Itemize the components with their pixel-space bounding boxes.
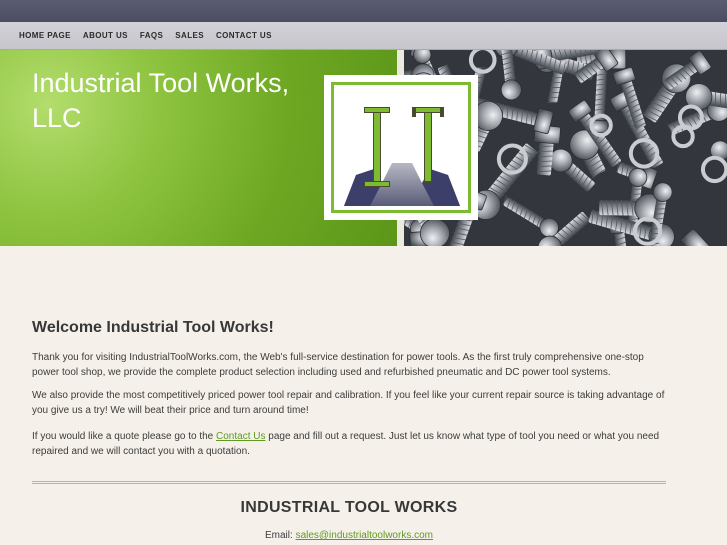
quote-paragraph: If you would like a quote please go to t…	[32, 429, 672, 459]
footer-email-line: Email: sales@industrialtoolworks.com	[32, 530, 666, 541]
nav-faqs[interactable]: FAQS	[140, 31, 163, 40]
contact-us-link[interactable]: Contact Us	[216, 431, 265, 442]
repair-paragraph: We also provide the most competitively p…	[32, 390, 665, 416]
main-nav: HOME PAGE ABOUT US FAQS SALES CONTACT US	[0, 22, 727, 50]
top-bar	[0, 0, 727, 22]
nav-about-us[interactable]: ABOUT US	[83, 31, 128, 40]
divider	[32, 481, 666, 484]
nav-home-page[interactable]: HOME PAGE	[19, 31, 71, 40]
nav-contact-us[interactable]: CONTACT US	[216, 31, 272, 40]
welcome-heading: Welcome Industrial Tool Works!	[32, 319, 274, 336]
hero-banner: Industrial Tool Works, LLC	[0, 50, 727, 246]
quote-text-before: If you would like a quote please go to t…	[32, 431, 217, 442]
logo-letter-t	[412, 107, 444, 183]
site-title-line2: LLC	[32, 103, 82, 133]
email-label: Email:	[265, 530, 296, 541]
intro-paragraph: Thank you for visiting IndustrialToolWor…	[32, 352, 644, 378]
footer-title: INDUSTRIAL TOOL WORKS	[240, 499, 458, 516]
email-link[interactable]: sales@industrialtoolworks.com	[296, 530, 433, 541]
itw-logo	[324, 75, 478, 220]
site-title-line1: Industrial Tool Works,	[32, 68, 290, 98]
nav-sales[interactable]: SALES	[175, 31, 204, 40]
site-title: Industrial Tool Works, LLC	[32, 66, 322, 136]
